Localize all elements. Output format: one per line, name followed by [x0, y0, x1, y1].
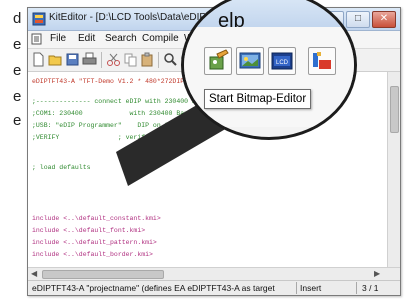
search-icon[interactable] — [163, 52, 178, 67]
menu-compile[interactable]: Compile — [142, 33, 179, 44]
status-message: eDIPTFT43-A "projectname" (defines EA eD… — [32, 283, 275, 293]
menu-window[interactable]: W — [184, 33, 193, 44]
menu-bar: File Edit Search Compile W — [28, 31, 400, 49]
kiteditor-window: KitEditor - [D:\LCD Tools\Data\eDIP – □ … — [27, 7, 401, 296]
horizontal-scroll-thumb[interactable] — [42, 270, 164, 279]
toolbar-separator — [101, 52, 102, 68]
window-title: KitEditor - [D:\LCD Tools\Data\eDIP — [49, 12, 207, 23]
status-separator — [296, 282, 297, 294]
status-bar: eDIPTFT43-A "projectname" (defines EA eD… — [28, 280, 400, 295]
copy-icon[interactable] — [123, 52, 138, 67]
vertical-scrollbar[interactable] — [387, 72, 400, 267]
code-line: ;VERIFY ; verify after write — [32, 134, 196, 141]
menu-edit[interactable]: Edit — [78, 33, 95, 44]
print-icon[interactable] — [82, 52, 97, 67]
code-line: include <..\default_pattern.kmi> — [32, 239, 157, 246]
document-menu-icon[interactable] — [31, 33, 42, 45]
toolbar — [28, 49, 400, 72]
side-letter: e — [13, 36, 22, 53]
side-letter: d — [13, 10, 22, 27]
minimize-button[interactable]: – — [320, 11, 344, 28]
code-header-line: eDIPTFT43-A "TFT-Demo V1.2 * 480*272DIP — [32, 78, 185, 85]
side-letter: e — [13, 112, 22, 129]
cut-icon[interactable] — [106, 52, 121, 67]
menu-file[interactable]: File — [50, 33, 66, 44]
app-icon — [32, 12, 46, 26]
code-line: ;-------------- connect eDIP with 230400… — [32, 98, 208, 105]
find-next-icon[interactable] — [180, 52, 195, 67]
code-line: include <..\default_constant.kmi> — [32, 215, 161, 222]
status-cursor-position: 3 / 1 — [362, 283, 379, 293]
close-button[interactable]: ✕ — [372, 11, 396, 28]
save-icon[interactable] — [65, 52, 80, 67]
menu-search[interactable]: Search — [105, 33, 137, 44]
cropped-side-text: d e e e e — [0, 0, 26, 299]
title-bar[interactable]: KitEditor - [D:\LCD Tools\Data\eDIP – □ … — [28, 8, 400, 31]
side-letter: e — [13, 88, 22, 105]
vertical-scroll-thumb[interactable] — [390, 86, 399, 133]
code-line: include <..\default_border.kmi> — [32, 251, 153, 258]
scroll-left-arrow-icon[interactable]: ◀ — [31, 268, 37, 280]
paste-icon[interactable] — [140, 52, 155, 67]
new-file-icon[interactable] — [31, 52, 46, 67]
code-line: include <..\default_font.kmi> — [32, 227, 146, 234]
side-letter: e — [13, 62, 22, 79]
status-insert-mode: Insert — [300, 283, 322, 293]
status-separator — [356, 282, 357, 294]
scroll-right-arrow-icon[interactable]: ▶ — [374, 268, 380, 280]
maximize-button[interactable]: □ — [346, 11, 370, 28]
code-line: ;USB: "eDIP Programmer" DIP on COM1 — [32, 122, 181, 129]
toolbar-separator — [158, 52, 159, 68]
open-folder-icon[interactable] — [48, 52, 63, 67]
horizontal-scrollbar[interactable]: ◀ ▶ — [28, 267, 400, 280]
code-line: ; load defaults — [32, 164, 91, 171]
code-editor[interactable]: eDIPTFT43-A "TFT-Demo V1.2 * 480*272DIP … — [28, 72, 388, 267]
code-line: ;COM1: 230400 with 230400 Baud — [32, 110, 192, 117]
